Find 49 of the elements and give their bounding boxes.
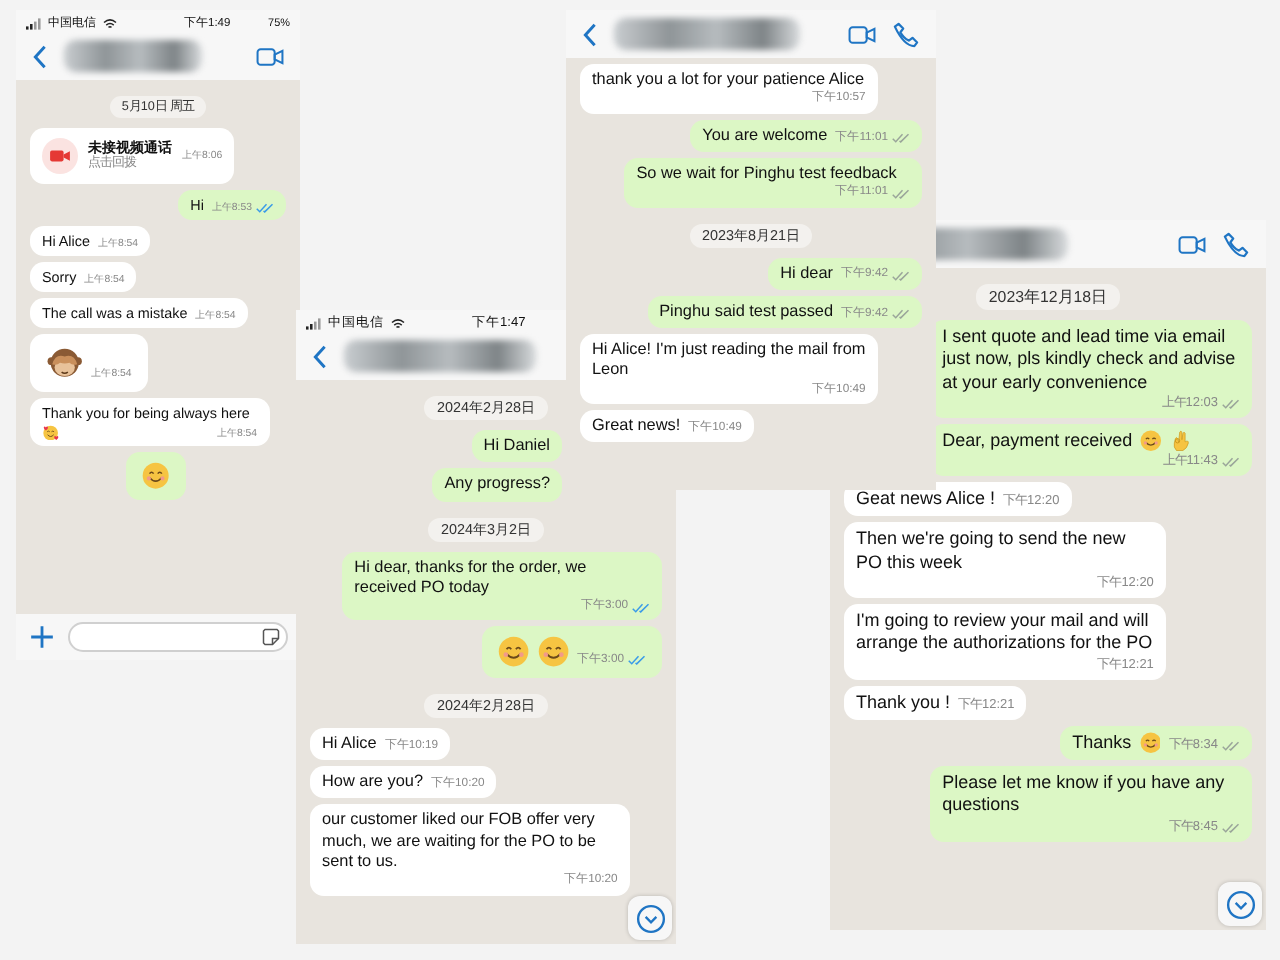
signal-icon	[26, 17, 42, 29]
message-text: Then we're going to send the new PO this week	[856, 528, 1128, 574]
monkey-covering-eyes-icon	[46, 344, 84, 382]
back-icon[interactable]	[312, 343, 328, 369]
sticker-icon[interactable]	[262, 628, 280, 646]
phone-call-icon[interactable]	[892, 21, 920, 47]
message-text: Please let me know if you have any questions	[942, 772, 1227, 818]
video-call-icon[interactable]	[848, 21, 876, 47]
message-text: Great news!	[592, 415, 681, 437]
message-text: I sent quote and lead time via email just now, pls kindly check and advise at your early convenience	[942, 326, 1238, 394]
scroll-down-button[interactable]	[1218, 882, 1262, 926]
message-text: Hi Alice! I'm just reading the mail from Leon	[592, 340, 866, 381]
message-text: thank you a lot for your patience Alice	[592, 70, 865, 90]
chevron-down-icon	[1225, 889, 1255, 919]
message-text: Hi Daniel	[483, 436, 550, 457]
scroll-down-button[interactable]	[628, 896, 672, 940]
smiling-face-with-hearts-icon	[42, 423, 60, 441]
message-text: You are welcome	[702, 125, 828, 146]
message-text: Thank you !	[856, 691, 951, 714]
message-text: Any progress?	[444, 474, 550, 495]
smiling-face-icon	[142, 462, 170, 491]
blurred-contact-name	[64, 40, 203, 72]
message-text: How are you?	[322, 772, 424, 793]
back-icon[interactable]	[32, 43, 48, 69]
phone-call-icon[interactable]	[1222, 231, 1250, 257]
message-text: I'm going to review your mail and will arrange the authorizations for the PO	[856, 610, 1154, 656]
video-camera-icon	[42, 138, 78, 174]
signal-icon	[306, 317, 322, 329]
message-text: our customer liked our FOB offer very much, we are waiting for the PO to be sent to us.	[322, 810, 598, 872]
message-input-field[interactable]	[68, 622, 288, 652]
message-text: Dear, payment received	[942, 429, 1133, 453]
message-text: Hi dear	[780, 263, 834, 284]
message-text: Hi Alice	[322, 733, 377, 755]
smiling-face-icon	[1139, 732, 1161, 755]
video-call-icon[interactable]	[256, 43, 284, 69]
message-text: Hi dear, thanks for the order, we received PO today	[354, 557, 589, 598]
wifi-icon	[390, 317, 406, 329]
video-call-icon[interactable]	[1178, 231, 1206, 257]
smiling-face-icon	[498, 636, 530, 668]
message-text: Pinghu said test passed	[659, 301, 834, 322]
smiling-face-icon	[537, 636, 570, 668]
smiling-face-icon	[1140, 430, 1162, 453]
back-icon[interactable]	[582, 21, 598, 47]
message-text: So we wait for Pinghu test feedback	[636, 163, 897, 184]
wifi-icon	[102, 17, 118, 29]
message-text: Geat news Alice !	[856, 488, 996, 511]
message-text: Thanks	[1072, 731, 1132, 755]
chevron-down-icon	[635, 903, 665, 933]
plus-icon[interactable]	[28, 624, 56, 650]
